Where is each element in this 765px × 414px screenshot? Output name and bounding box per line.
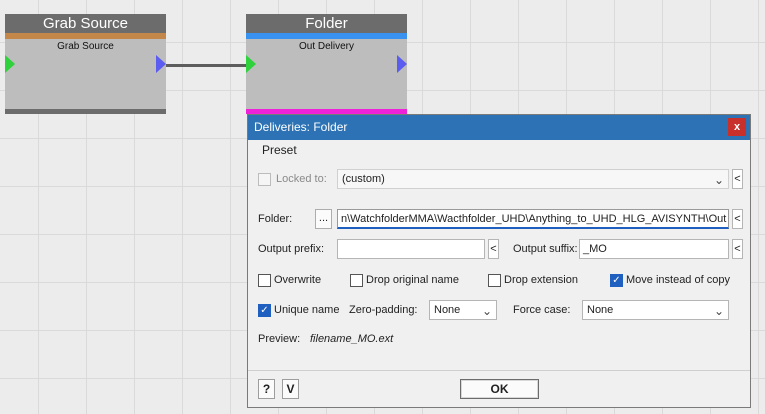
zero-padding-label: Zero-padding:	[349, 304, 418, 316]
node-title: Folder	[246, 14, 407, 33]
drop-original-name-checkbox[interactable]	[350, 274, 363, 287]
close-button[interactable]: x	[728, 118, 746, 136]
browse-folder-button[interactable]: ...	[315, 209, 332, 229]
node-color-band	[5, 33, 166, 39]
output-suffix-input[interactable]: _MO	[579, 239, 729, 259]
output-suffix-label: Output suffix:	[513, 243, 578, 255]
dialog-footer: ? V OK	[248, 370, 750, 407]
drop-extension-label: Drop extension	[504, 274, 578, 286]
dialog-titlebar[interactable]: Deliveries: Folder x	[248, 115, 750, 140]
zero-padding-value: None	[434, 304, 461, 316]
output-port-icon[interactable]	[397, 55, 407, 73]
node-title: Grab Source	[5, 14, 166, 33]
preview-value: filename_MO.ext	[310, 333, 394, 345]
folder-reset-button[interactable]: <	[732, 209, 743, 229]
help-button[interactable]: ?	[258, 379, 275, 399]
chevron-down-icon: ⌄	[481, 304, 492, 318]
node-footer-band	[5, 109, 166, 114]
input-port-icon[interactable]	[5, 55, 15, 73]
unique-name-label: Unique name	[274, 304, 340, 316]
unique-name-checkbox[interactable]: ✓	[258, 304, 271, 317]
drop-original-name-label: Drop original name	[366, 274, 459, 286]
dialog-title: Deliveries: Folder	[254, 120, 348, 134]
output-suffix-reset-button[interactable]: <	[732, 239, 743, 259]
ok-button[interactable]: OK	[460, 379, 539, 399]
chevron-down-icon: ⌄	[713, 173, 724, 187]
folder-input[interactable]: n\WatchfolderMMA\Wacthfolder_UHD\Anythin…	[337, 209, 729, 229]
preview-label: Preview:	[258, 333, 301, 345]
force-case-value: None	[587, 304, 614, 316]
overwrite-label: Overwrite	[274, 274, 322, 286]
folder-label: Folder:	[258, 213, 293, 225]
locked-to-select[interactable]: (custom) ⌄	[337, 169, 729, 189]
menu-bar: Preset	[248, 140, 750, 158]
connection-wire[interactable]	[166, 64, 247, 67]
force-case-select[interactable]: None ⌄	[582, 300, 729, 320]
node-subtitle: Grab Source	[57, 41, 114, 52]
menu-item-preset[interactable]: Preset	[262, 143, 297, 157]
force-case-label: Force case:	[513, 304, 571, 316]
v-button[interactable]: V	[282, 379, 299, 399]
locked-to-checkbox[interactable]	[258, 173, 271, 186]
grab-source-node[interactable]: Grab Source Grab Source	[5, 14, 166, 114]
node-subtitle: Out Delivery	[298, 41, 354, 52]
settings-panel: Locked to: (custom) ⌄ < Folder: ... n\Wa…	[253, 159, 745, 373]
check-icon: ✓	[612, 275, 621, 286]
locked-to-reset-button[interactable]: <	[732, 169, 743, 189]
output-prefix-label: Output prefix:	[258, 243, 325, 255]
node-color-band	[246, 33, 407, 39]
output-port-icon[interactable]	[156, 55, 166, 73]
locked-to-label: Locked to:	[276, 173, 327, 185]
locked-to-value: (custom)	[342, 173, 385, 185]
output-prefix-input[interactable]	[337, 239, 485, 259]
output-prefix-reset-button[interactable]: <	[488, 239, 499, 259]
move-instead-of-copy-checkbox[interactable]: ✓	[610, 274, 623, 287]
input-port-icon[interactable]	[246, 55, 256, 73]
check-icon: ✓	[260, 305, 269, 316]
overwrite-checkbox[interactable]	[258, 274, 271, 287]
move-instead-of-copy-label: Move instead of copy	[626, 274, 730, 286]
folder-node[interactable]: Folder Out Delivery	[246, 14, 407, 114]
drop-extension-checkbox[interactable]	[488, 274, 501, 287]
zero-padding-select[interactable]: None ⌄	[429, 300, 497, 320]
deliveries-folder-dialog: Deliveries: Folder x Preset Locked to: (…	[247, 114, 751, 408]
chevron-down-icon: ⌄	[713, 304, 724, 318]
